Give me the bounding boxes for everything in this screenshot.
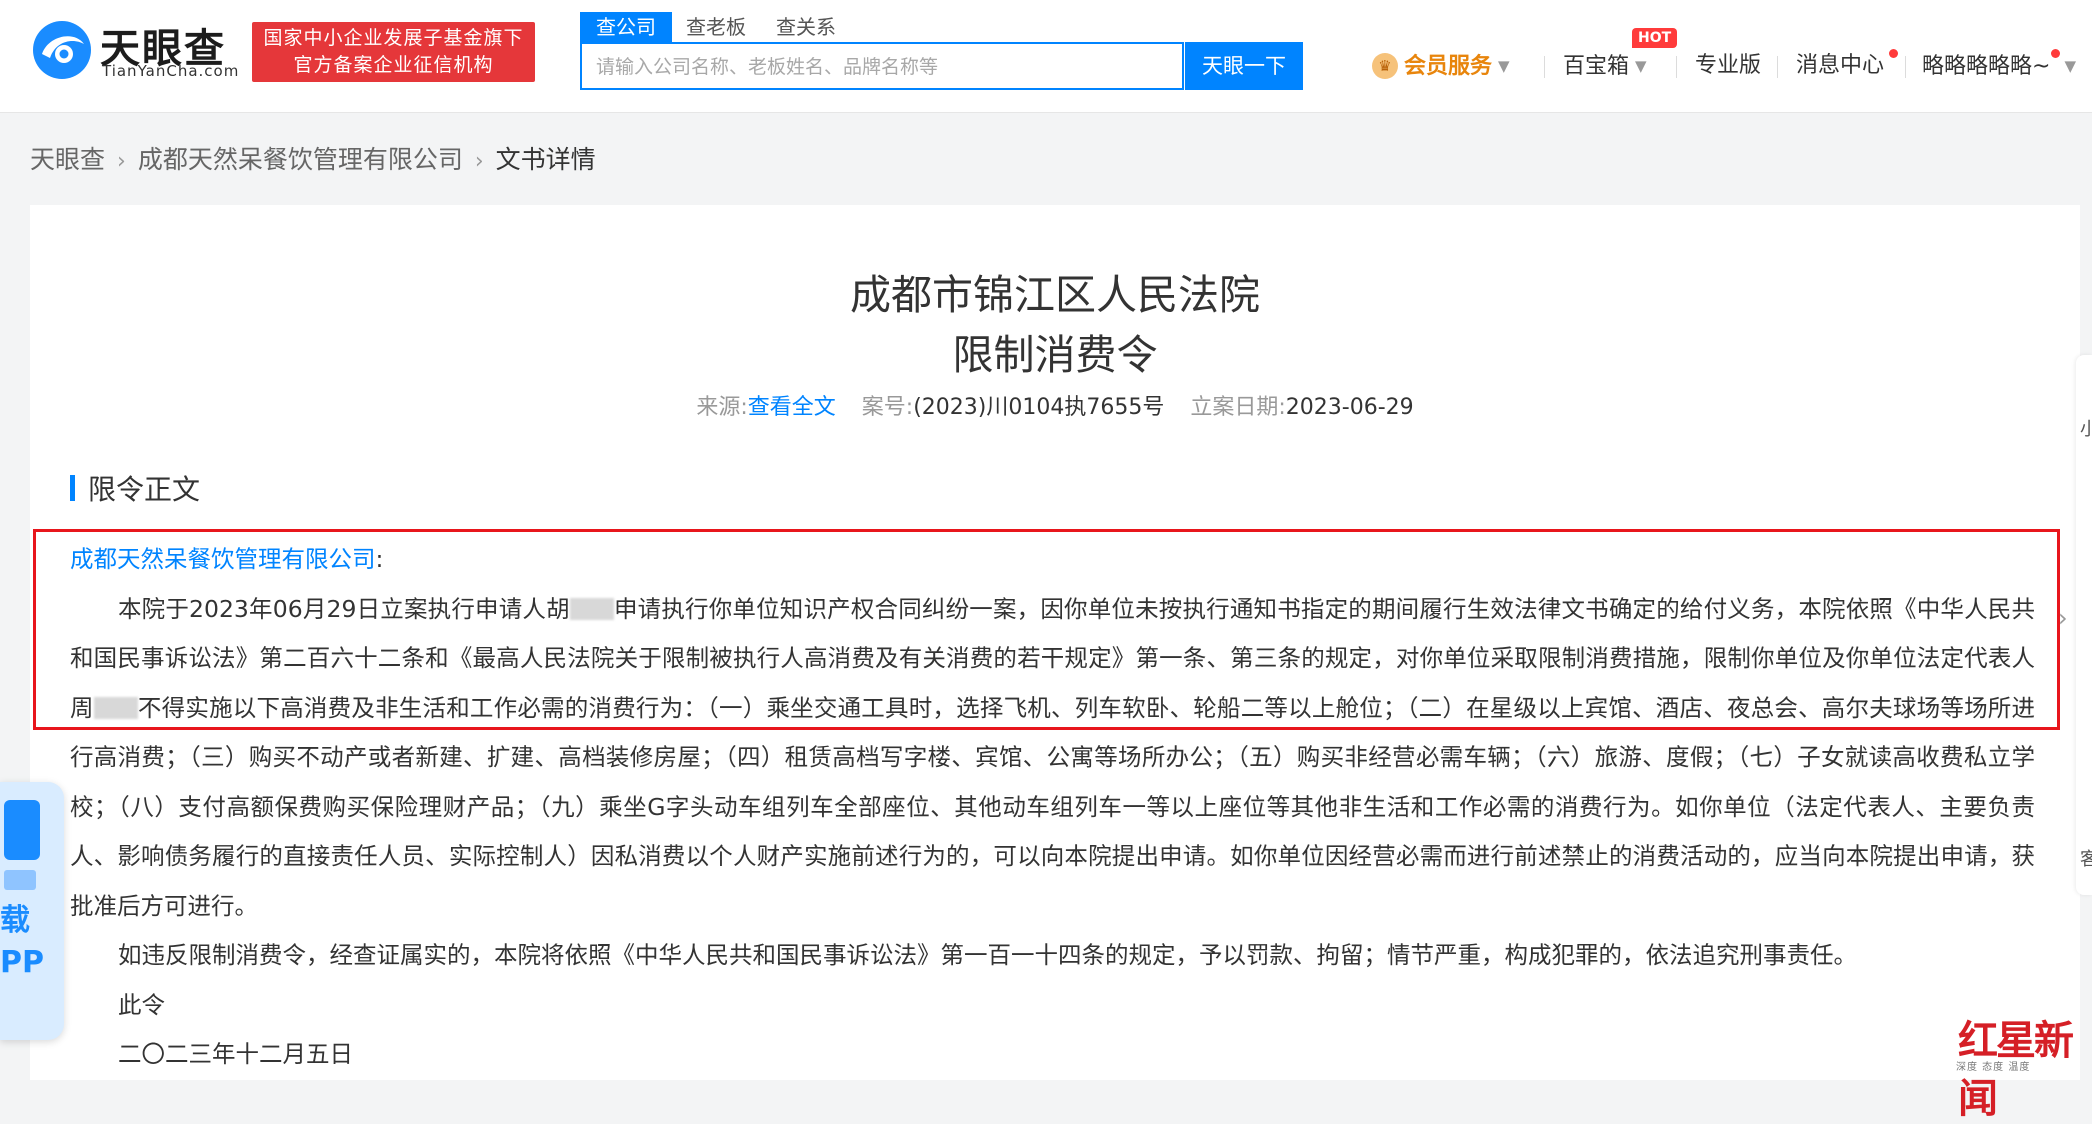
chevron-right-icon: › — [117, 149, 126, 174]
document-title: 限制消费令 — [952, 331, 1158, 379]
breadcrumb-current: 文书详情 — [495, 145, 596, 174]
right-float-toolbar[interactable]: 小 客 — [2076, 355, 2092, 895]
paragraph-text: 不得实施以下高消费及非生活和工作必需的消费行为：（一）乘坐交通工具时，选择飞机、… — [70, 693, 2036, 920]
closing-order: 此令 — [118, 990, 165, 1019]
tab-search-boss[interactable]: 查老板 — [686, 12, 746, 42]
source-label: 来源: — [696, 395, 748, 420]
chevron-down-icon: ▼ — [2064, 57, 2076, 75]
body-paragraph-1: 本院于2023年06月29日立案执行申请人胡 申请执行你单位知识产权合同纠纷一案，… — [70, 585, 2035, 932]
addressee-line: 成都天然呆餐饮管理有限公司: — [70, 535, 2035, 585]
filing-date-label: 立案日期: — [1190, 395, 1286, 420]
pro-version-link[interactable]: 专业版 — [1695, 48, 1761, 84]
document-meta: 来源:查看全文 案号:(2023)川0104执7655号 立案日期:2023-06-… — [30, 389, 2080, 421]
app-qr-icon — [4, 800, 40, 860]
treasure-box-menu[interactable]: 百宝箱 ▼ — [1563, 48, 1647, 84]
vip-label: 会员服务 — [1404, 54, 1493, 79]
document-date: 二〇二三年十二月五日 — [118, 1040, 353, 1068]
message-center-link[interactable]: 消息中心 — [1796, 48, 1884, 84]
search-box — [580, 42, 1184, 90]
body-paragraph-2: 如违反限制消费令，经查证属实的，本院将依照《中华人民共和国民事诉讼法》第一百一十… — [118, 941, 1857, 969]
breadcrumb: 天眼查 › 成都天然呆餐饮管理有限公司 › 文书详情 — [30, 140, 596, 176]
user-notice-dot — [2051, 49, 2060, 58]
app-download-text: 载 PP — [0, 903, 44, 980]
chevron-right-icon: › — [474, 149, 484, 174]
top-header: 天眼查 TianYanCha.com 国家中小企业发展子基金旗下 官方备案企业征… — [0, 0, 2092, 113]
view-full-text-link[interactable]: 查看全文 — [748, 395, 836, 420]
username: 略略略略略~ — [1922, 54, 2051, 79]
nav-divider — [1777, 56, 1778, 78]
tianyancha-logo-icon[interactable] — [30, 18, 94, 82]
right-toolbar-char: 客 — [2080, 849, 2092, 870]
gov-badge-line1: 国家中小企业发展子基金旗下 — [263, 27, 524, 49]
case-number-label: 案号: — [861, 395, 914, 420]
app-download-float[interactable]: 载 PP — [0, 782, 64, 1040]
chevron-down-icon: ▼ — [1635, 57, 1647, 75]
paragraph-text: 本院于2023年06月29日立案执行申请人胡 — [118, 594, 570, 623]
nav-divider — [1676, 56, 1677, 78]
chevron-right-icon[interactable]: › — [2058, 604, 2068, 632]
gov-badge: 国家中小企业发展子基金旗下 官方备案企业征信机构 — [252, 22, 535, 82]
crown-icon: ♛ — [1372, 53, 1398, 79]
addressee-colon: : — [375, 545, 384, 573]
vip-service-menu[interactable]: ♛ 会员服务 ▼ — [1372, 48, 1510, 84]
right-toolbar-char: 小 — [2080, 419, 2092, 440]
filing-date: 2023-06-29 — [1285, 395, 1414, 420]
section-title: 限令正文 — [88, 473, 201, 506]
gov-badge-line2: 官方备案企业征信机构 — [293, 54, 494, 76]
document-body: 成都天然呆餐饮管理有限公司: 本院于2023年06月29日立案执行申请人胡 申请执… — [70, 535, 2035, 1080]
addressee-company-link[interactable]: 成都天然呆餐饮管理有限公司 — [70, 545, 376, 573]
court-name: 成都市锦江区人民法院 — [850, 271, 1260, 319]
hot-badge: HOT — [1632, 28, 1678, 48]
tab-search-relation[interactable]: 查关系 — [776, 12, 836, 42]
watermark-tagline: 深度 态度 温度 — [1956, 1062, 2031, 1073]
breadcrumb-company[interactable]: 成都天然呆餐饮管理有限公司 — [138, 145, 463, 174]
redaction-mask — [569, 597, 614, 620]
breadcrumb-home[interactable]: 天眼查 — [30, 145, 105, 174]
logo-domain: TianYanCha.com — [102, 62, 240, 80]
download-icon — [4, 870, 36, 890]
search-input[interactable] — [582, 44, 1078, 90]
message-unread-dot — [1889, 49, 1898, 58]
redaction-mask — [93, 696, 138, 719]
nav-divider — [1544, 56, 1545, 78]
case-number: (2023)川0104执7655号 — [913, 395, 1165, 420]
chevron-down-icon: ▼ — [1498, 57, 1510, 75]
treasure-label: 百宝箱 — [1563, 54, 1630, 79]
section-marker — [70, 475, 75, 501]
tab-search-company[interactable]: 查公司 — [580, 12, 672, 42]
document-card: 成都市锦江区人民法院 限制消费令 来源:查看全文 案号:(2023)川0104执7… — [30, 205, 2080, 1080]
nav-divider — [1905, 56, 1906, 78]
search-button[interactable]: 天眼一下 — [1185, 42, 1303, 90]
